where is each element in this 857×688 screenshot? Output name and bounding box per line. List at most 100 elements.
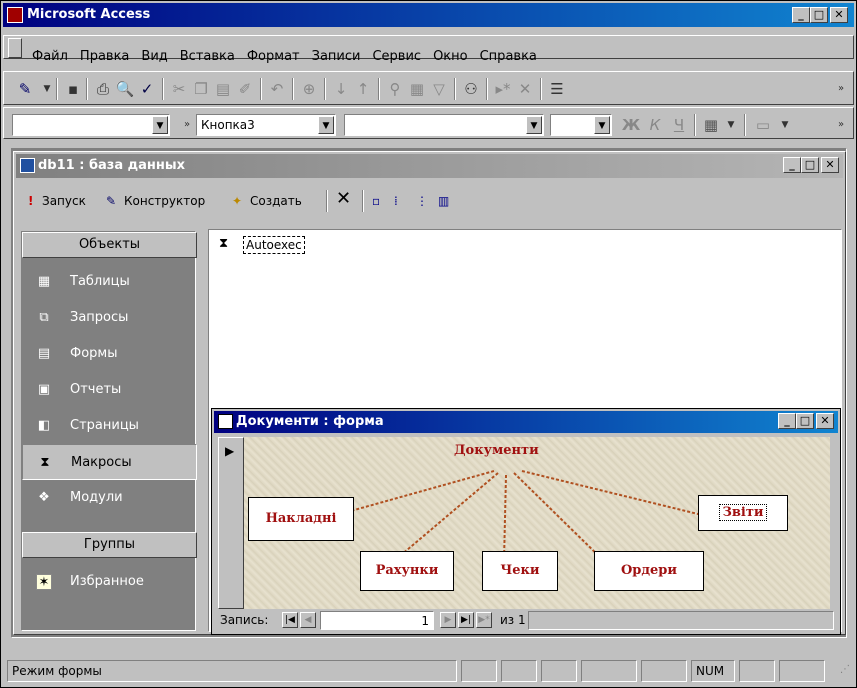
favorites-folder-icon: ✶ xyxy=(36,574,52,590)
chevron-down-icon[interactable]: ▼ xyxy=(774,115,796,135)
next-record-button[interactable]: ▶ xyxy=(440,612,456,628)
menu-view[interactable]: Вид xyxy=(135,45,173,64)
run-icon[interactable]: ! xyxy=(28,194,33,208)
new-record-icon[interactable]: ▸* xyxy=(492,79,514,99)
filter-by-form-icon[interactable]: ▦ xyxy=(406,79,428,99)
menu-tools[interactable]: Сервис xyxy=(366,45,427,64)
close-button[interactable]: ✕ xyxy=(830,7,848,23)
bold-button[interactable]: Ж xyxy=(620,115,642,135)
object-forms[interactable]: ▤ Формы xyxy=(22,336,197,372)
object-modules[interactable]: ❖ Модули xyxy=(22,480,197,516)
sort-ascending-icon[interactable]: ↓ xyxy=(330,79,352,99)
view-dropdown-icon[interactable]: ▼ xyxy=(36,79,58,99)
box-ordery[interactable]: Ордери xyxy=(594,551,704,591)
filter-by-selection-icon[interactable]: ⚲ xyxy=(384,79,406,99)
object-queries[interactable]: ⧉ Запросы xyxy=(22,300,197,336)
close-button[interactable]: ✕ xyxy=(821,157,839,173)
small-icons-icon[interactable]: ⁞ xyxy=(394,194,398,208)
menu-records[interactable]: Записи xyxy=(306,45,367,64)
menu-help[interactable]: Справка xyxy=(474,45,543,64)
module-icon: ❖ xyxy=(38,490,50,505)
resize-grip-icon[interactable]: ⋰ xyxy=(840,664,850,675)
menu-window[interactable]: Окно xyxy=(427,45,474,64)
new-record-button[interactable]: ▶* xyxy=(476,612,492,628)
spelling-icon[interactable]: ✓ xyxy=(136,79,158,99)
menu-format[interactable]: Формат xyxy=(241,45,306,64)
design-button[interactable]: Конструктор xyxy=(124,194,205,208)
chevron-down-icon[interactable]: ▼ xyxy=(152,116,168,134)
italic-button[interactable]: К xyxy=(644,115,666,135)
close-button[interactable]: ✕ xyxy=(816,413,834,429)
record-selector[interactable]: ▶ xyxy=(218,437,244,609)
fill-color-icon[interactable]: ▦ xyxy=(700,115,722,135)
box-rakhunky[interactable]: Рахунки xyxy=(360,551,454,591)
design-view-icon[interactable]: ✎ xyxy=(14,79,36,99)
print-icon[interactable]: ⎙ xyxy=(92,79,114,99)
toolbar-more-icon[interactable]: » xyxy=(830,79,852,99)
object-tables[interactable]: ▦ Таблицы xyxy=(22,264,197,300)
large-icons-icon[interactable]: ▫ xyxy=(372,194,380,208)
box-cheky[interactable]: Чеки xyxy=(482,551,558,591)
object-macros[interactable]: ⧗ Макросы xyxy=(22,444,197,480)
save-icon[interactable]: ▪ xyxy=(62,79,84,99)
minimize-button[interactable]: _ xyxy=(778,413,796,429)
status-pane xyxy=(541,660,577,682)
line-color-icon[interactable]: ▭ xyxy=(752,115,774,135)
maximize-button[interactable]: □ xyxy=(801,157,819,173)
chevron-down-icon[interactable]: ▼ xyxy=(720,115,742,135)
prev-record-button[interactable]: ◀ xyxy=(300,612,316,628)
objects-header[interactable]: Объекты xyxy=(22,232,197,258)
box-zvity[interactable]: Звіти xyxy=(698,495,788,531)
record-number-field[interactable]: 1 xyxy=(320,611,434,630)
horizontal-scrollbar[interactable] xyxy=(528,611,834,630)
chevron-down-icon[interactable]: ▼ xyxy=(318,116,334,134)
menu-file[interactable]: Файл xyxy=(26,45,74,64)
run-button[interactable]: Запуск xyxy=(42,194,86,208)
delete-icon[interactable]: ✕ xyxy=(336,188,351,209)
undo-icon[interactable]: ↶ xyxy=(266,79,288,99)
print-preview-icon[interactable]: 🔍 xyxy=(114,79,136,99)
copy-icon[interactable]: ❐ xyxy=(190,79,212,99)
line-to-cheky xyxy=(503,474,507,562)
font-combo[interactable]: ▼ xyxy=(344,114,544,136)
apply-filter-icon[interactable]: ▽ xyxy=(428,79,450,99)
chevron-down-icon[interactable]: ▼ xyxy=(526,116,542,134)
list-view-icon[interactable]: ⋮ xyxy=(416,194,428,208)
properties-icon[interactable]: ☰ xyxy=(546,79,568,99)
chevron-down-icon[interactable]: ▼ xyxy=(594,116,610,134)
maximize-button[interactable]: □ xyxy=(796,413,814,429)
list-item-label[interactable]: Autoexec xyxy=(243,236,305,254)
object-label: Таблицы xyxy=(70,274,130,289)
object-pages[interactable]: ◧ Страницы xyxy=(22,408,197,444)
status-pane xyxy=(461,660,497,682)
details-view-icon[interactable]: ▥ xyxy=(438,194,449,208)
object-combo[interactable]: ▼ xyxy=(12,114,170,136)
create-button[interactable]: Создать xyxy=(250,194,302,208)
menu-insert[interactable]: Вставка xyxy=(174,45,241,64)
find-icon[interactable]: ⚇ xyxy=(460,79,482,99)
sort-descending-icon[interactable]: ↑ xyxy=(352,79,374,99)
format-painter-icon[interactable]: ✐ xyxy=(234,79,256,99)
hyperlink-icon[interactable]: ⊕ xyxy=(298,79,320,99)
minimize-button[interactable]: _ xyxy=(792,7,810,23)
groups-header[interactable]: Группы xyxy=(22,532,197,558)
control-combo[interactable]: Кнопка3 ▼ xyxy=(196,114,336,136)
cut-icon[interactable]: ✂ xyxy=(168,79,190,99)
paste-icon[interactable]: ▤ xyxy=(212,79,234,99)
object-reports[interactable]: ▣ Отчеты xyxy=(22,372,197,408)
create-icon[interactable]: ✦ xyxy=(232,194,242,208)
last-record-button[interactable]: ▶| xyxy=(458,612,474,628)
delete-record-icon[interactable]: ✕ xyxy=(514,79,536,99)
objects-bar: Объекты ▦ Таблицы ⧉ Запросы ▤ Формы ▣ От… xyxy=(21,231,197,631)
toolbar-more-icon[interactable]: » xyxy=(830,115,852,135)
group-favorites[interactable]: ✶ Избранное xyxy=(22,564,197,600)
design-icon[interactable]: ✎ xyxy=(106,194,116,208)
menu-edit[interactable]: Правка xyxy=(74,45,135,64)
size-combo[interactable]: ▼ xyxy=(550,114,612,136)
toolbar-more-icon[interactable]: » xyxy=(176,115,198,135)
minimize-button[interactable]: _ xyxy=(783,157,801,173)
underline-button[interactable]: Ч xyxy=(668,115,690,135)
maximize-button[interactable]: □ xyxy=(810,7,828,23)
first-record-button[interactable]: |◀ xyxy=(282,612,298,628)
box-nakladni[interactable]: Накладні xyxy=(248,497,354,541)
